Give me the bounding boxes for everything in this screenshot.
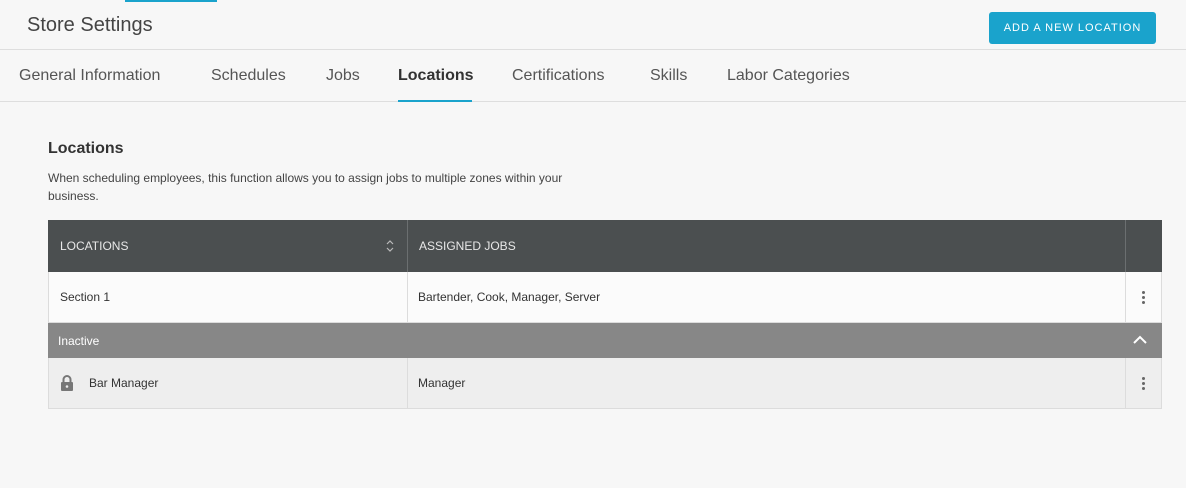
inactive-group-label: Inactive: [58, 333, 100, 348]
location-cell: Bar Manager: [49, 358, 408, 408]
more-options-icon[interactable]: [1134, 287, 1154, 307]
assigned-jobs-cell: Bartender, Cook, Manager, Server: [408, 272, 1126, 322]
column-header-locations[interactable]: LOCATIONS: [48, 220, 408, 272]
sort-icon[interactable]: [385, 238, 395, 254]
add-new-location-button[interactable]: ADD A NEW LOCATION: [989, 12, 1156, 44]
settings-tabs: General Information Schedules Jobs Locat…: [0, 50, 1186, 102]
section-description: When scheduling employees, this function…: [48, 171, 563, 203]
column-header-assigned-jobs-label: ASSIGNED JOBS: [419, 239, 516, 253]
page-header: Store Settings ADD A NEW LOCATION: [0, 0, 1186, 50]
chevron-up-icon[interactable]: [1132, 333, 1148, 347]
inactive-group-toggle[interactable]: Inactive: [48, 323, 1162, 358]
location-name: Bar Manager: [89, 376, 159, 390]
section-title: Locations: [48, 140, 124, 157]
location-cell: Section 1: [49, 272, 408, 322]
assigned-jobs: Bartender, Cook, Manager, Server: [418, 290, 601, 304]
assigned-jobs: Manager: [418, 376, 466, 390]
page-title: Store Settings: [27, 14, 153, 36]
column-header-assigned-jobs: ASSIGNED JOBS: [408, 220, 1126, 272]
tab-jobs[interactable]: Jobs: [326, 50, 360, 102]
tab-certifications[interactable]: Certifications: [512, 50, 604, 102]
tab-general-information[interactable]: General Information: [19, 50, 160, 102]
table-header: LOCATIONS ASSIGNED JOBS: [48, 220, 1162, 272]
more-options-icon[interactable]: [1134, 373, 1154, 393]
table-row[interactable]: Bar Manager Manager: [48, 358, 1162, 409]
location-name: Section 1: [60, 290, 111, 304]
row-actions-cell: [1126, 358, 1161, 408]
tab-skills[interactable]: Skills: [650, 50, 687, 102]
tab-locations[interactable]: Locations: [398, 50, 474, 102]
row-actions-cell: [1126, 272, 1161, 322]
column-header-locations-label: LOCATIONS: [60, 239, 129, 253]
column-header-actions: [1126, 220, 1162, 272]
assigned-jobs-cell: Manager: [408, 358, 1126, 408]
locations-table: LOCATIONS ASSIGNED JOBS Section 1 Barten…: [48, 220, 1162, 409]
lock-icon: [61, 375, 73, 391]
table-row[interactable]: Section 1 Bartender, Cook, Manager, Serv…: [48, 272, 1162, 323]
tab-schedules[interactable]: Schedules: [211, 50, 286, 102]
tab-labor-categories[interactable]: Labor Categories: [727, 50, 850, 102]
